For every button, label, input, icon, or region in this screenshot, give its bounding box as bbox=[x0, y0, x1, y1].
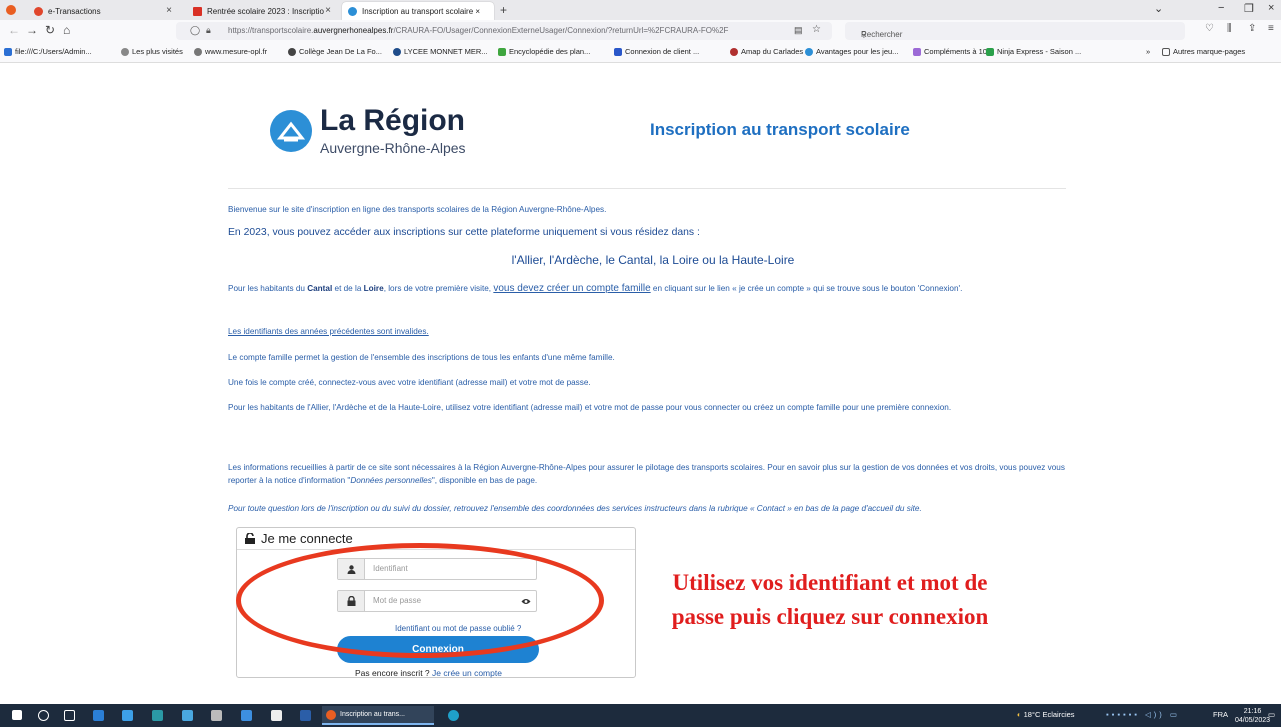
back-icon[interactable]: ← bbox=[8, 23, 20, 37]
bookmark-item[interactable]: file:///C:/Users/Admin... bbox=[4, 47, 92, 56]
welcome-text: Bienvenue sur le site d'inscription en l… bbox=[228, 205, 607, 214]
task-view-icon[interactable] bbox=[64, 710, 75, 721]
bookmark-item[interactable]: LYCEE MONNET MER... bbox=[393, 47, 488, 56]
create-family-account-link[interactable]: vous devez créer un compte famille bbox=[493, 283, 650, 294]
tab-label: e-Transactions bbox=[48, 6, 101, 16]
weather-icon: ◐ bbox=[1017, 710, 1024, 719]
annotation-ellipse bbox=[236, 543, 604, 658]
cantal-loire-paragraph: Pour les habitants du Cantal et de la Lo… bbox=[228, 283, 963, 294]
windows-taskbar: Inscription au trans... ◐ 18°C Eclaircie… bbox=[0, 704, 1281, 727]
year-intro-text: En 2023, vous pouvez accéder aux inscrip… bbox=[228, 227, 700, 238]
bookmark-item[interactable]: Avantages pour les jeu... bbox=[805, 47, 898, 56]
page-title: Inscription au transport scolaire bbox=[650, 120, 910, 139]
url-text[interactable]: https://transportscolaire.auvergnerhonea… bbox=[228, 26, 748, 35]
divider bbox=[228, 188, 1066, 189]
login-heading: Je me connecte bbox=[261, 531, 353, 546]
tab-label: Rentrée scolaire 2023 : Inscriptio bbox=[207, 6, 324, 16]
clock[interactable]: 21:16 04/05/2023 bbox=[1235, 707, 1270, 725]
list-tabs-icon[interactable]: ⌄ bbox=[1154, 2, 1163, 15]
new-tab-button[interactable]: + bbox=[500, 3, 507, 17]
reader-view-icon[interactable]: ▤ bbox=[794, 25, 803, 36]
close-tab-icon[interactable]: × bbox=[325, 5, 331, 16]
tab-favicon bbox=[348, 6, 357, 16]
tab-rentree-scolaire[interactable]: Rentrée scolaire 2023 : Inscriptio × bbox=[187, 2, 337, 20]
logo-name: La Région bbox=[320, 104, 466, 137]
unlock-icon bbox=[245, 533, 255, 544]
search-box[interactable]: ⚲ Rechercher bbox=[845, 22, 1185, 40]
annotation-text: Utilisez vos identifiant et mot de passe… bbox=[671, 570, 989, 629]
taskbar-app-icon[interactable] bbox=[241, 710, 252, 721]
bookmark-item[interactable]: www.mesure-opl.fr bbox=[194, 47, 267, 56]
bookmark-item[interactable]: Les plus visités bbox=[121, 47, 183, 56]
region-logo-icon bbox=[270, 110, 312, 152]
home-icon[interactable]: ⌂ bbox=[63, 23, 70, 37]
taskbar-app-icon[interactable] bbox=[271, 710, 282, 721]
notifications-icon[interactable]: ▭ bbox=[1268, 710, 1275, 719]
taskbar-app-icon[interactable] bbox=[182, 710, 193, 721]
taskbar-app-icon[interactable] bbox=[211, 710, 222, 721]
app-menu-icon[interactable]: ≡ bbox=[1268, 23, 1274, 34]
bookmark-item[interactable]: Ninja Express - Saison ... bbox=[986, 47, 1081, 56]
create-account-link[interactable]: Je crée un compte bbox=[432, 668, 502, 678]
taskbar-app-icon[interactable] bbox=[122, 710, 133, 721]
search-placeholder: Rechercher bbox=[861, 30, 903, 39]
taskbar-app-icon[interactable] bbox=[93, 710, 104, 721]
reload-icon[interactable]: ↻ bbox=[45, 23, 55, 37]
library-icon[interactable]: ⫼ bbox=[1227, 23, 1232, 34]
system-tray-icons[interactable]: ▪▪▪▪▪▪ ◁)) ▭ bbox=[1106, 710, 1180, 719]
tab-e-transactions[interactable]: e-Transactions × bbox=[28, 2, 178, 20]
input-language[interactable]: FRA bbox=[1213, 710, 1228, 719]
contact-text: Pour toute question lors de l'inscriptio… bbox=[228, 504, 922, 513]
logo-subtitle: Auvergne-Rhône-Alpes bbox=[320, 140, 466, 156]
bookmark-item[interactable]: Compléments à 10 bbox=[913, 47, 987, 56]
pocket-icon[interactable]: ♡ bbox=[1205, 23, 1214, 34]
windows-start-icon[interactable] bbox=[12, 710, 22, 720]
bookmark-item[interactable]: Encyclopédie des plan... bbox=[498, 47, 590, 56]
tab-bar: e-Transactions × Rentrée scolaire 2023 :… bbox=[0, 0, 1281, 20]
edge-icon[interactable] bbox=[448, 710, 459, 721]
invalid-ids-link[interactable]: Les identifiants des années précédentes … bbox=[228, 325, 1078, 338]
signup-row: Pas encore inscrit ? Je crée un compte bbox=[355, 668, 502, 678]
firefox-menu-icon[interactable] bbox=[6, 5, 16, 15]
navigation-toolbar: ← → ↻ ⌂ ◯ 🔒︎ https://transportscolaire.a… bbox=[0, 20, 1281, 42]
bookmark-item[interactable]: Collège Jean De La Fo... bbox=[288, 47, 382, 56]
maximize-icon[interactable]: ❐ bbox=[1244, 2, 1254, 15]
address-bar[interactable]: ◯ 🔒︎ https://transportscolaire.auvergner… bbox=[176, 22, 832, 40]
once-created-text: Une fois le compte créé, connectez-vous … bbox=[228, 378, 591, 387]
forward-icon[interactable]: → bbox=[26, 23, 38, 37]
gmail-icon bbox=[193, 6, 202, 16]
bookmark-item[interactable]: Connexion de client ... bbox=[614, 47, 699, 56]
bookmark-star-icon[interactable]: ☆ bbox=[812, 24, 821, 35]
taskbar-app-icon[interactable] bbox=[300, 710, 311, 721]
extensions-icon[interactable]: ⇪ bbox=[1248, 23, 1256, 34]
close-window-icon[interactable]: × bbox=[1268, 2, 1274, 14]
tab-label: Inscription au transport scolaire × bbox=[362, 6, 481, 16]
tab-inscription-active[interactable]: Inscription au transport scolaire × bbox=[342, 2, 494, 20]
shield-icon[interactable]: ◯ bbox=[190, 25, 200, 36]
close-tab-icon[interactable]: × bbox=[166, 5, 172, 16]
firefox-icon bbox=[326, 709, 336, 720]
taskbar-app-icon[interactable] bbox=[152, 710, 163, 721]
departments-text: l'Allier, l'Ardèche, le Cantal, la Loire… bbox=[511, 253, 795, 267]
more-bookmarks-icon[interactable]: » bbox=[1146, 47, 1150, 56]
bookmark-item[interactable]: Amap du Carlades bbox=[730, 47, 803, 56]
privacy-text: Les informations recueillies à partir de… bbox=[228, 463, 1065, 485]
weather-widget[interactable]: ◐ 18°C Eclaircies bbox=[1017, 710, 1075, 719]
taskbar-firefox-window[interactable]: Inscription au trans... bbox=[322, 706, 434, 725]
privacy-notice-name: Données personnelles bbox=[350, 476, 432, 485]
bookmarks-toolbar: file:///C:/Users/Admin... Les plus visit… bbox=[0, 42, 1281, 63]
other-departments-text: Pour les habitants de l'Allier, l'Ardèch… bbox=[228, 403, 952, 412]
minimize-icon[interactable]: − bbox=[1218, 2, 1224, 14]
family-account-text: Le compte famille permet la gestion de l… bbox=[228, 353, 615, 362]
lock-icon[interactable]: 🔒︎ bbox=[206, 25, 211, 36]
other-bookmarks[interactable]: Autres marque-pages bbox=[1162, 47, 1245, 56]
tab-favicon bbox=[34, 6, 43, 16]
search-icon[interactable] bbox=[38, 710, 49, 721]
